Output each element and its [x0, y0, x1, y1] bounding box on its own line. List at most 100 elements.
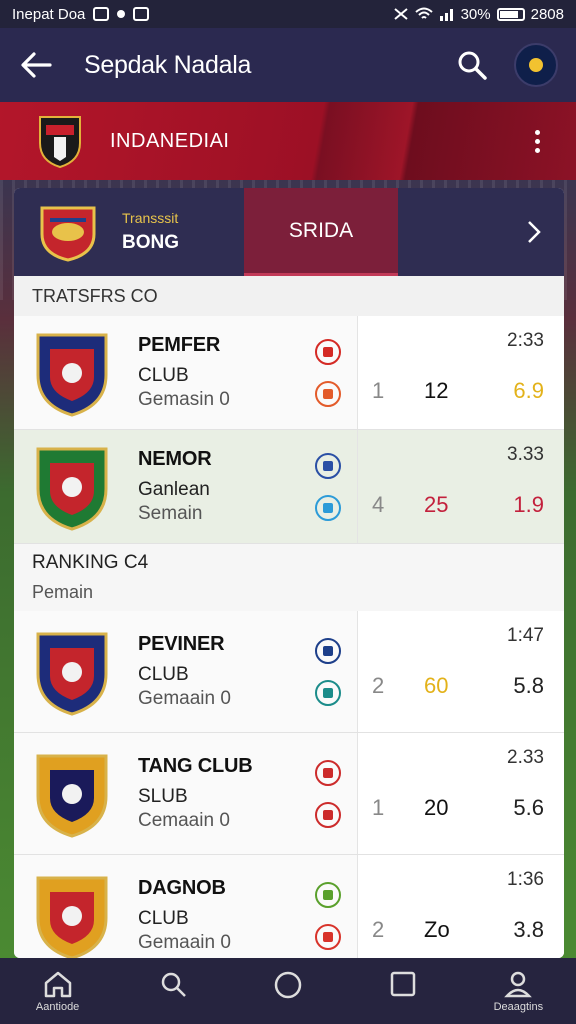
app-title: Sepdak Nadala: [84, 50, 252, 79]
nav-search[interactable]: [128, 970, 218, 998]
club-badge-icon: [315, 881, 341, 908]
stat-position: 2: [372, 673, 385, 698]
league-banner: INDANEDIAI: [0, 102, 576, 180]
club-line3: Semain: [138, 503, 203, 524]
mute-icon: [393, 8, 408, 20]
status-bar: Inepat Doa 30% 2808: [0, 0, 576, 28]
club-line3: Cemaain 0: [138, 810, 230, 831]
club-crest-icon: [36, 333, 108, 417]
match-time: 1:47: [507, 625, 544, 646]
match-row[interactable]: NEMOR Ganlean Semain 3.33 4 25 1.9: [14, 430, 564, 544]
dot-icon: [117, 10, 126, 18]
stat-rating: 1.9: [513, 492, 544, 517]
section-header: TRATSFRS CO: [14, 276, 564, 316]
search-icon[interactable]: [456, 49, 488, 81]
club-badge-icon: [315, 380, 341, 407]
nav-home[interactable]: Aantiode: [13, 970, 103, 1013]
match-row[interactable]: TANG CLUB SLUB Cemaain 0 2.33 1 20 5.6: [14, 733, 564, 855]
club-line3: Gemasin 0: [138, 389, 230, 410]
stat-rating: 5.8: [513, 673, 544, 698]
status-time: 2808: [530, 5, 564, 23]
home-icon: [44, 971, 71, 998]
club-name: NEMOR: [138, 448, 212, 470]
stat-position: 4: [372, 492, 385, 517]
match-row[interactable]: DAGNOB CLUB Gemaain 0 1:36 2 Zo 3.8: [14, 855, 564, 958]
club-badge-icon: [315, 759, 341, 786]
nav-square[interactable]: [358, 970, 448, 998]
match-stats: 3.33 4 25 1.9: [357, 430, 564, 543]
tab-big-label: BONG: [122, 232, 179, 253]
match-stats: 2.33 1 20 5.6: [357, 733, 564, 854]
match-stats: 1:47 2 60 5.8: [357, 611, 564, 732]
match-stats: 1:36 2 Zo 3.8: [357, 855, 564, 958]
arrow-left-icon: [21, 52, 52, 78]
status-left-text: Inepat Doa: [12, 5, 86, 23]
nav-circle[interactable]: [243, 970, 333, 1000]
tab-small-label: Transssit: [122, 210, 179, 226]
club-badge-icon: [315, 338, 341, 365]
club-badge-icon: [315, 637, 341, 664]
match-time: 3.33: [507, 444, 544, 465]
match-time: 1:36: [507, 869, 544, 890]
team-crest-icon: [40, 206, 96, 262]
club-crest-icon: [36, 876, 108, 958]
club-line3: Gemaain 0: [138, 688, 231, 709]
notification-icon: [93, 7, 110, 21]
stat-position: 2: [372, 917, 385, 942]
club-name: TANG CLUB: [138, 755, 253, 777]
next-button[interactable]: [504, 188, 564, 276]
circle-icon: [274, 971, 302, 999]
team-tabs: Transssit BONG SRIDA: [14, 188, 564, 276]
club-badge-icon: [315, 452, 341, 479]
stat-rating: 5.6: [513, 795, 544, 820]
club-line2: Ganlean: [138, 479, 210, 500]
club-crest-icon: [36, 632, 108, 716]
club-badge-icon: [315, 923, 341, 950]
match-time: 2:33: [507, 330, 544, 351]
club-line2: CLUB: [138, 908, 189, 929]
battery-icon: [496, 7, 525, 21]
club-name: DAGNOB: [138, 877, 226, 899]
stat-rating: 6.9: [513, 378, 544, 403]
club-name: PEMFER: [138, 334, 221, 356]
app-bar: Sepdak Nadala: [0, 28, 576, 102]
battery-percent: 30%: [460, 5, 491, 23]
stat-points: Zo: [424, 917, 450, 942]
ranking-subtitle: Pemain: [32, 582, 94, 602]
tab-bong[interactable]: Transssit BONG: [14, 188, 244, 276]
matches-card: Transssit BONG SRIDA TRATSFRS CO PEMFER …: [14, 188, 564, 958]
stat-position: 1: [372, 378, 385, 403]
club-badge-icon: [315, 679, 341, 706]
avatar[interactable]: [514, 43, 558, 87]
stat-points: 12: [424, 378, 449, 403]
ranking-title: RANKING C4: [32, 552, 149, 573]
stat-position: 1: [372, 795, 385, 820]
club-line2: CLUB: [138, 664, 189, 685]
tab-srida[interactable]: SRIDA: [244, 188, 398, 276]
club-badge-icon: [315, 801, 341, 828]
back-button[interactable]: [18, 47, 54, 83]
stat-points: 60: [424, 673, 449, 698]
stat-points: 20: [424, 795, 449, 820]
chevron-right-icon: [528, 221, 541, 243]
match-row[interactable]: PEVINER CLUB Gemaain 0 1:47 2 60 5.8: [14, 611, 564, 733]
wifi-icon: [414, 7, 433, 19]
stat-rating: 3.8: [513, 917, 544, 942]
match-stats: 2:33 1 12 6.9: [357, 316, 564, 429]
club-badge-icon: [315, 494, 341, 521]
club-name: PEVINER: [138, 633, 225, 655]
more-options-icon[interactable]: [535, 129, 540, 153]
club-line2: SLUB: [138, 786, 188, 807]
match-row[interactable]: PEMFER CLUB Gemasin 0 2:33 1 12 6.9: [14, 316, 564, 430]
nav-profile-label: Deaagtins: [493, 1001, 544, 1013]
nav-profile[interactable]: Deaagtins: [473, 970, 563, 1013]
club-line3: Gemaain 0: [138, 932, 231, 953]
search-icon: [161, 972, 186, 997]
stat-points: 25: [424, 492, 449, 517]
league-label: INDANEDIAI: [110, 129, 230, 152]
signal-icon: [439, 9, 453, 21]
match-time: 2.33: [507, 747, 544, 768]
ranking-header: RANKING C4 Pemain: [14, 544, 564, 611]
nav-home-label: Aantiode: [35, 1001, 80, 1013]
message-icon: [133, 7, 150, 21]
